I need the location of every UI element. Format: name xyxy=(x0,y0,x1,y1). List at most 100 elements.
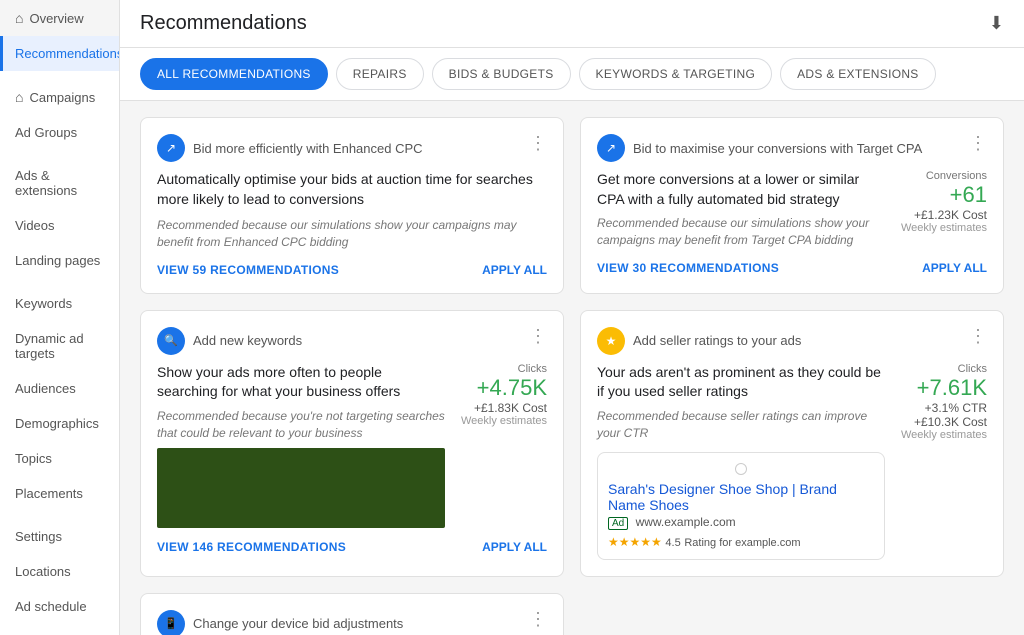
sidebar-item-audiences[interactable]: Audiences xyxy=(0,371,119,406)
sidebar-item-keywords[interactable]: Keywords xyxy=(0,286,119,321)
card-enhanced-cpc: ↗ Bid more efficiently with Enhanced CPC… xyxy=(140,117,564,294)
apply-all-button[interactable]: APPLY ALL xyxy=(922,261,987,275)
sidebar-item-ads-extensions[interactable]: Ads & extensions xyxy=(0,158,119,208)
download-icon[interactable]: ⬇ xyxy=(989,13,1004,34)
sidebar-item-overview[interactable]: ⌂ Overview xyxy=(0,0,119,36)
sidebar-item-topics[interactable]: Topics xyxy=(0,441,119,476)
sidebar-item-campaigns[interactable]: ⌂ Campaigns xyxy=(0,79,119,115)
card-header-left: ★ Add seller ratings to your ads xyxy=(597,327,801,355)
sidebar-item-recommendations[interactable]: Recommendations xyxy=(0,36,119,71)
sidebar-item-locations[interactable]: Locations xyxy=(0,554,119,589)
card-actions: VIEW 30 RECOMMENDATIONS APPLY ALL xyxy=(597,261,987,275)
main-content: Recommendations ⬇ ALL RECOMMENDATIONS RE… xyxy=(120,0,1024,635)
ad-badge: Ad xyxy=(608,517,628,530)
card-header: ↗ Bid more efficiently with Enhanced CPC… xyxy=(157,134,547,162)
preview-url-line: Ad www.example.com xyxy=(608,515,874,530)
card-actions: VIEW 59 RECOMMENDATIONS APPLY ALL xyxy=(157,263,547,277)
card-header-left: ↗ Bid to maximise your conversions with … xyxy=(597,134,922,162)
card-body-left: Your ads aren't as prominent as they cou… xyxy=(597,363,885,560)
card-body-split: Get more conversions at a lower or simil… xyxy=(597,170,987,249)
card-menu-dots[interactable]: ⋮ xyxy=(969,327,987,345)
stat-value: +61 xyxy=(897,182,987,208)
stat-block: Conversions +61 +£1.23K Cost Weekly esti… xyxy=(897,170,987,234)
sidebar: ⌂ Overview Recommendations ⌂ Campaigns A… xyxy=(0,0,120,635)
card-body-split: Your ads aren't as prominent as they cou… xyxy=(597,363,987,560)
sidebar-item-ad-schedule[interactable]: Ad schedule xyxy=(0,589,119,624)
card-menu-dots[interactable]: ⋮ xyxy=(969,134,987,152)
card-icon-label: Change your device bid adjustments xyxy=(193,616,403,631)
card-header: 🔍 Add new keywords ⋮ xyxy=(157,327,547,355)
stat-block: Clicks +4.75K +£1.83K Cost Weekly estima… xyxy=(457,363,547,427)
card-icon-label: Bid more efficiently with Enhanced CPC xyxy=(193,141,423,156)
sidebar-item-ad-groups[interactable]: Ad Groups xyxy=(0,115,119,150)
stat-block: Clicks +7.61K +3.1% CTR +£10.3K Cost Wee… xyxy=(897,363,987,441)
rating-text: Rating for example.com xyxy=(684,537,800,549)
bottom-cards-area: 📱 Change your device bid adjustments ⋮ xyxy=(120,593,1024,635)
filter-bar: ALL RECOMMENDATIONS REPAIRS BIDS & BUDGE… xyxy=(120,48,1024,101)
preview-brand: Sarah's Designer Shoe Shop | Brand Name … xyxy=(608,481,874,513)
card-icon-label: Bid to maximise your conversions with Ta… xyxy=(633,141,922,156)
sidebar-item-videos[interactable]: Videos xyxy=(0,208,119,243)
card-seller-ratings: ★ Add seller ratings to your ads ⋮ Your … xyxy=(580,310,1004,577)
view-recommendations-link[interactable]: VIEW 30 RECOMMENDATIONS xyxy=(597,261,779,275)
apply-all-button[interactable]: APPLY ALL xyxy=(482,540,547,554)
card-menu-dots[interactable]: ⋮ xyxy=(529,327,547,345)
card-menu-dots[interactable]: ⋮ xyxy=(529,134,547,152)
top-bar: Recommendations ⬇ xyxy=(120,0,1024,48)
card-description: Recommended because you're not targeting… xyxy=(157,408,445,442)
card-icon-label: Add seller ratings to your ads xyxy=(633,333,801,348)
sidebar-item-placements[interactable]: Placements xyxy=(0,476,119,511)
card-description: Recommended because seller ratings can i… xyxy=(597,408,885,442)
view-recommendations-link[interactable]: VIEW 146 RECOMMENDATIONS xyxy=(157,540,346,554)
filter-ads-extensions[interactable]: ADS & EXTENSIONS xyxy=(780,58,936,90)
sidebar-item-devices[interactable]: Devices xyxy=(0,624,119,635)
card-add-keywords: 🔍 Add new keywords ⋮ Show your ads more … xyxy=(140,310,564,577)
card-header-left: 🔍 Add new keywords xyxy=(157,327,302,355)
stat-value: +4.75K xyxy=(457,375,547,401)
card-header: ↗ Bid to maximise your conversions with … xyxy=(597,134,987,162)
apply-all-button[interactable]: APPLY ALL xyxy=(482,263,547,277)
stat-label: Clicks xyxy=(897,363,987,375)
card-description: Recommended because our simulations show… xyxy=(597,215,885,249)
stat-weekly: Weekly estimates xyxy=(897,429,987,441)
campaigns-icon: ⌂ xyxy=(15,89,23,105)
stat-cost: +£1.23K Cost xyxy=(897,208,987,222)
seller-ratings-icon: ★ xyxy=(597,327,625,355)
card-title: Automatically optimise your bids at auct… xyxy=(157,170,547,209)
stat-weekly: Weekly estimates xyxy=(897,222,987,234)
device-bid-icon: 📱 xyxy=(157,610,185,635)
stat-cost: +£10.3K Cost xyxy=(897,415,987,429)
rating-score: 4.5 xyxy=(665,537,680,549)
stat-label: Conversions xyxy=(897,170,987,182)
card-menu-dots[interactable]: ⋮ xyxy=(529,610,547,628)
stat-weekly: Weekly estimates xyxy=(457,415,547,427)
card-header-left: ↗ Bid more efficiently with Enhanced CPC xyxy=(157,134,423,162)
card-body-split: Show your ads more often to people searc… xyxy=(157,363,547,528)
filter-bids-budgets[interactable]: BIDS & BUDGETS xyxy=(432,58,571,90)
card-actions: VIEW 146 RECOMMENDATIONS APPLY ALL xyxy=(157,540,547,554)
stat-ctr: +3.1% CTR xyxy=(897,401,987,415)
filter-keywords-targeting[interactable]: KEYWORDS & TARGETING xyxy=(579,58,773,90)
phone-circle-icon xyxy=(735,463,747,475)
preview-url: www.example.com xyxy=(636,515,736,529)
cards-area: ↗ Bid more efficiently with Enhanced CPC… xyxy=(120,101,1024,593)
view-recommendations-link[interactable]: VIEW 59 RECOMMENDATIONS xyxy=(157,263,339,277)
sidebar-item-demographics[interactable]: Demographics xyxy=(0,406,119,441)
page-title: Recommendations xyxy=(140,12,307,35)
enhanced-cpc-icon: ↗ xyxy=(157,134,185,162)
keyword-image-placeholder xyxy=(157,448,445,528)
sidebar-item-settings[interactable]: Settings xyxy=(0,519,119,554)
card-title: Your ads aren't as prominent as they cou… xyxy=(597,363,885,402)
card-icon-label: Add new keywords xyxy=(193,333,302,348)
card-body-left: Get more conversions at a lower or simil… xyxy=(597,170,885,249)
card-device-bid: 📱 Change your device bid adjustments ⋮ xyxy=(140,593,564,635)
preview-rating: ★★★★★ 4.5 Rating for example.com xyxy=(608,534,874,549)
sidebar-item-landing-pages[interactable]: Landing pages xyxy=(0,243,119,278)
stat-label: Clicks xyxy=(457,363,547,375)
card-title: Show your ads more often to people searc… xyxy=(157,363,445,402)
home-icon: ⌂ xyxy=(15,10,23,26)
sidebar-item-dynamic-ad-targets[interactable]: Dynamic ad targets xyxy=(0,321,119,371)
filter-repairs[interactable]: REPAIRS xyxy=(336,58,424,90)
filter-all[interactable]: ALL RECOMMENDATIONS xyxy=(140,58,328,90)
empty-bottom-right xyxy=(580,593,1004,635)
